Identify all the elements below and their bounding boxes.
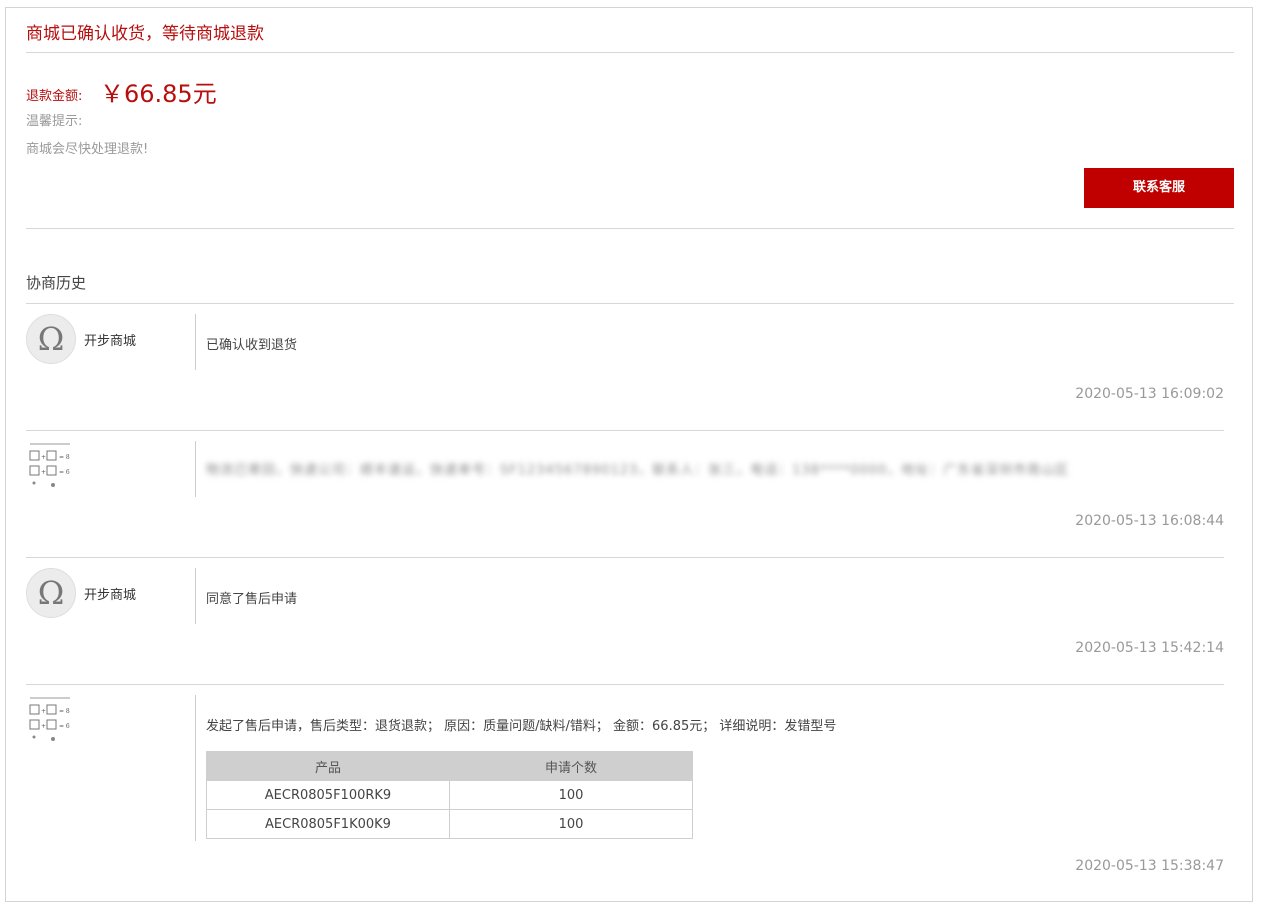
- table-cell-quantity: 100: [449, 780, 693, 810]
- svg-text:+: +: [41, 469, 46, 476]
- svg-text:= 8: = 8: [59, 708, 70, 715]
- entry-author: 开步商城: [84, 588, 137, 603]
- entry-separator: [26, 557, 1224, 558]
- divider: [26, 52, 1234, 53]
- history-title: 协商历史: [26, 274, 87, 292]
- history-entry: Ω 开步商城 已确认收到退货 2020-05-13 16:09:02: [26, 314, 1224, 404]
- product-table: 产品 申请个数 AECR0805F100RK9 100 AECR0805F1K0…: [206, 751, 693, 839]
- entry-divider: [195, 314, 196, 370]
- user-qr-avatar-icon: + + = 8 = 6: [26, 441, 76, 491]
- status-title: 商城已确认收货，等待商城退款: [26, 24, 264, 44]
- contact-service-button[interactable]: 联系客服: [1084, 168, 1234, 208]
- entry-time: 2020-05-13 16:09:02: [1075, 386, 1224, 402]
- table-header-product: 产品: [206, 751, 450, 781]
- entry-message: 已确认收到退货: [206, 338, 298, 353]
- entry-time: 2020-05-13 15:38:47: [1075, 858, 1224, 874]
- history-entry: Ω 开步商城 同意了售后申请 2020-05-13 15:42:14: [26, 568, 1224, 658]
- entry-time: 2020-05-13 15:42:14: [1075, 640, 1224, 656]
- table-header-quantity: 申请个数: [449, 751, 693, 781]
- entry-separator: [26, 430, 1224, 431]
- divider: [26, 228, 1234, 229]
- user-qr-avatar-icon: + + = 8 = 6: [26, 695, 76, 745]
- refund-amount-label: 退款金额:: [26, 89, 83, 104]
- divider: [26, 303, 1234, 304]
- entry-divider: [195, 568, 196, 624]
- table-cell-product: AECR0805F1K00K9: [206, 809, 450, 839]
- svg-text:= 8: = 8: [59, 454, 70, 461]
- entry-divider: [195, 441, 196, 497]
- entry-divider: [195, 695, 196, 841]
- tip-text: 商城会尽快处理退款!: [26, 142, 149, 157]
- table-row: AECR0805F1K00K9 100: [206, 809, 693, 839]
- history-entry: + + = 8 = 6 发起了售后申请，售后类型：退货退款； 原因：质量问题/缺…: [26, 695, 1224, 885]
- table-cell-product: AECR0805F100RK9: [206, 780, 450, 810]
- svg-text:+: +: [41, 708, 46, 715]
- omega-logo-icon: Ω: [26, 568, 76, 618]
- tip-label: 温馨提示:: [26, 114, 83, 129]
- entry-message-blurred: 物流已寄回，快递公司：顺丰速运，快递单号：SF1234567890123，联系人…: [206, 463, 1070, 478]
- entry-message: 发起了售后申请，售后类型：退货退款； 原因：质量问题/缺料/错料； 金额：66.…: [206, 719, 837, 734]
- svg-text:= 6: = 6: [59, 723, 70, 730]
- omega-logo-icon: Ω: [26, 314, 76, 364]
- table-row: AECR0805F100RK9 100: [206, 780, 693, 810]
- entry-message: 同意了售后申请: [206, 592, 298, 607]
- svg-text:= 6: = 6: [59, 469, 70, 476]
- entry-author: 开步商城: [84, 334, 137, 349]
- refund-amount-value: ￥66.85元: [100, 80, 217, 108]
- entry-time: 2020-05-13 16:08:44: [1075, 513, 1224, 529]
- history-entry: + + = 8 = 6 物流已寄回，快递公司：顺丰速运，快递单号：SF12345…: [26, 441, 1224, 531]
- entry-separator: [26, 684, 1224, 685]
- svg-text:+: +: [41, 454, 46, 461]
- svg-text:+: +: [41, 723, 46, 730]
- table-cell-quantity: 100: [449, 809, 693, 839]
